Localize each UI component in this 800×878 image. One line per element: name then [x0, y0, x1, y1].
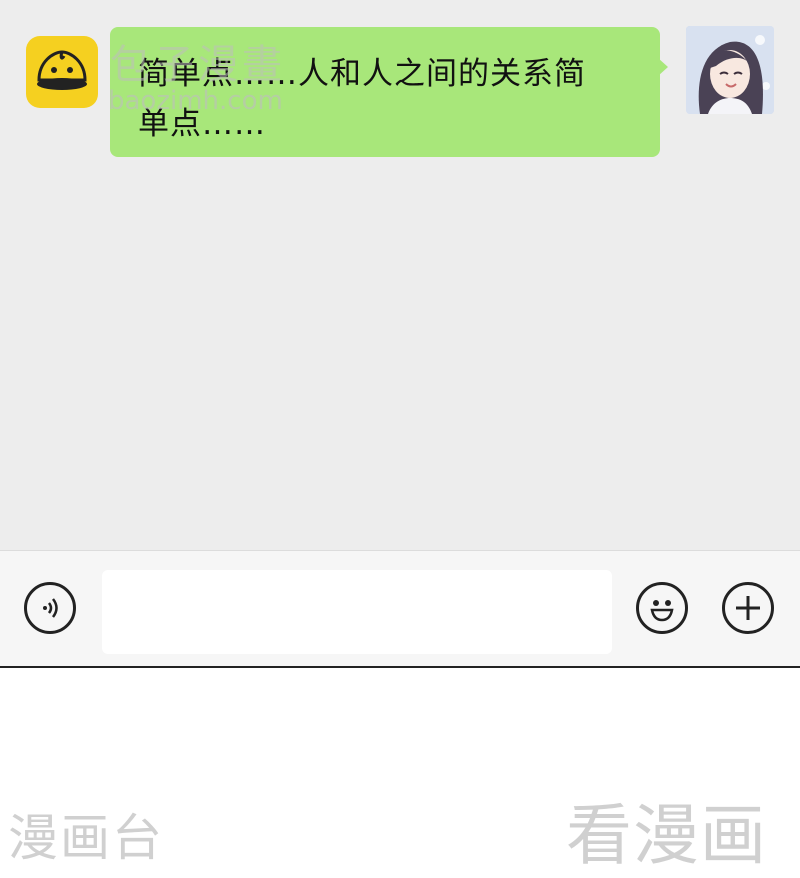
- plus-icon[interactable]: [722, 582, 774, 634]
- voice-icon[interactable]: [24, 582, 76, 634]
- bubble-tail: [658, 58, 668, 76]
- site-watermark: 包子漫畫: [110, 42, 286, 88]
- message-input[interactable]: [102, 570, 612, 654]
- input-bar: [0, 550, 800, 668]
- user-avatar[interactable]: [686, 26, 774, 114]
- bun-logo-icon: [26, 36, 98, 108]
- chat-area: 简单点……人和人之间的关系简 单点…… 包子漫畫 baozimh.com: [0, 0, 800, 550]
- emoji-icon[interactable]: [636, 582, 688, 634]
- footer-watermark-right: 看漫画: [566, 797, 767, 874]
- footer-watermark-left: 漫画台: [8, 809, 164, 867]
- site-url-watermark: baozimh.com: [108, 86, 283, 116]
